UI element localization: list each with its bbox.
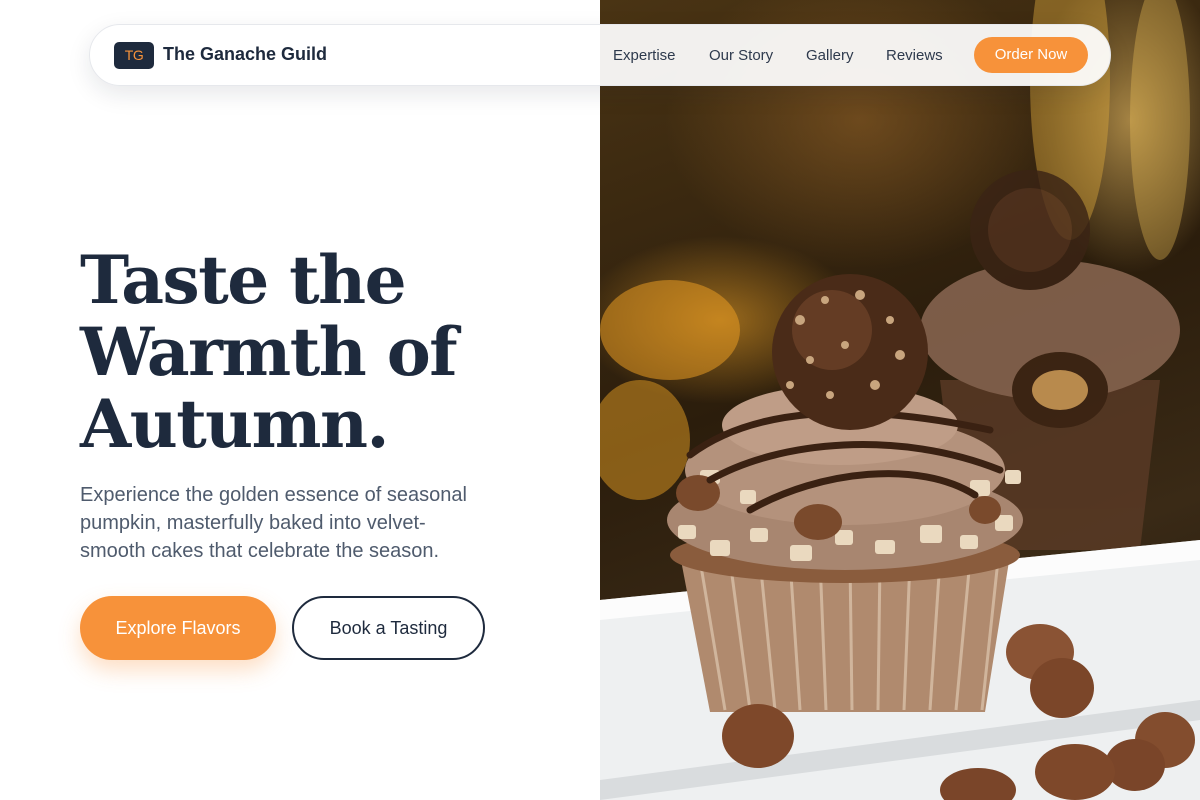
hero-title-line: Autumn. — [80, 385, 389, 463]
nav-link-reviews[interactable]: Reviews — [886, 47, 943, 64]
hero-description-line: smooth cakes that celebrate the season. — [80, 540, 440, 562]
explore-flavors-button[interactable]: Explore Flavors — [80, 596, 276, 660]
hero-title: Taste the Warmth of Autumn. — [80, 244, 580, 460]
hero-title-line: Warmth of — [80, 313, 458, 391]
book-tasting-button[interactable]: Book a Tasting — [292, 596, 485, 660]
gold-foil-glow — [1130, 0, 1190, 260]
nav-link-gallery[interactable]: Gallery — [806, 47, 854, 64]
hero-image — [600, 0, 1200, 800]
hero-description-line: pumpkin, masterfully baked into velvet- — [80, 512, 426, 534]
gold-foil-glow — [600, 280, 740, 380]
brand-name[interactable]: The Ganache Guild — [163, 44, 327, 65]
navbar: TG The Ganache Guild Expertise Our Story… — [89, 24, 1111, 86]
hero-description-line: Experience the golden essence of seasona… — [80, 484, 467, 506]
nav-link-expertise[interactable]: Expertise — [613, 47, 676, 64]
nav-link-our-story[interactable]: Our Story — [709, 47, 773, 64]
hero-description: Experience the golden essence of seasona… — [80, 481, 520, 565]
cupcake-photo — [600, 0, 1200, 800]
order-now-button[interactable]: Order Now — [974, 37, 1088, 73]
truffle-highlight — [792, 290, 872, 370]
hero-title-line: Taste the — [80, 241, 407, 319]
logo-badge[interactable]: TG — [114, 42, 154, 69]
gold-candy — [600, 380, 690, 500]
